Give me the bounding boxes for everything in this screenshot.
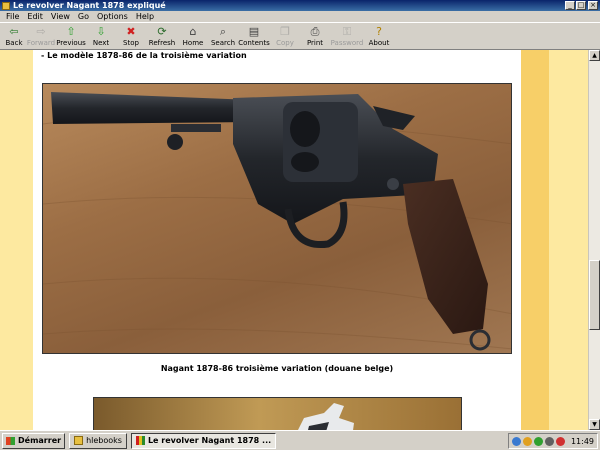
menu-options[interactable]: Options [93, 12, 132, 21]
scroll-thumb[interactable] [589, 260, 600, 330]
antivirus-icon[interactable] [533, 436, 543, 446]
print-button[interactable]: ⎙ Print [300, 23, 330, 49]
password-label: Password [330, 39, 364, 47]
search-button[interactable]: ⌕ Search [208, 23, 238, 49]
arrow-left-icon: ⇦ [9, 25, 19, 38]
taskbar: Démarrer hlebooks Le revolver Nagant 187… [0, 430, 600, 450]
start-button[interactable]: Démarrer [2, 432, 66, 449]
revolver-illustration [43, 92, 511, 351]
folder-icon [74, 436, 84, 445]
network-icon[interactable] [511, 436, 521, 446]
scroll-up-arrow[interactable]: ▲ [589, 50, 600, 61]
arrow-down-icon: ⇩ [96, 25, 106, 38]
revolver-photo [42, 83, 512, 354]
about-icon: ? [376, 25, 382, 38]
arrow-right-icon: ⇨ [36, 25, 46, 38]
menu-bar: File Edit View Go Options Help [0, 11, 600, 22]
forward-button[interactable]: ⇨ Forward [26, 23, 56, 49]
previous-button[interactable]: ⇧ Previous [56, 23, 86, 49]
toolbar: ⇦ Back ⇨ Forward ⇧ Previous ⇩ Next ✖ Stop ⟳ Refresh… [0, 22, 600, 50]
close-button[interactable]: × [588, 1, 598, 10]
password-button[interactable]: ⚿ Password [330, 23, 364, 49]
contents-label: Contents [238, 39, 270, 47]
task-label: hlebooks [86, 436, 122, 445]
print-icon: ⎙ [310, 25, 320, 38]
section-heading: - Le modèle 1878-86 de la troisième vari… [41, 51, 247, 60]
copy-label: Copy [276, 39, 294, 47]
search-icon: ⌕ [219, 25, 227, 38]
home-icon: ⌂ [189, 25, 197, 38]
about-label: About [368, 39, 390, 47]
key-icon: ⚿ [342, 25, 352, 38]
next-button[interactable]: ⇩ Next [86, 23, 116, 49]
menu-file[interactable]: File [2, 12, 23, 21]
menu-help[interactable]: Help [132, 12, 158, 21]
about-button[interactable]: ? About [364, 23, 394, 49]
taskbar-item-nagant[interactable]: Le revolver Nagant 1878 ... [130, 432, 277, 449]
start-label: Démarrer [18, 436, 62, 445]
second-photo-illustration [298, 403, 354, 430]
scroll-down-arrow[interactable]: ▼ [589, 419, 600, 430]
stop-label: Stop [123, 39, 139, 47]
home-button[interactable]: ⌂ Home [178, 23, 208, 49]
update-icon[interactable] [522, 436, 532, 446]
contents-button[interactable]: ▤ Contents [238, 23, 270, 49]
taskbar-item-hlebooks[interactable]: hlebooks [69, 432, 127, 449]
menu-edit[interactable]: Edit [23, 12, 47, 21]
menu-view[interactable]: View [47, 12, 74, 21]
app-icon [2, 1, 10, 10]
print-label: Print [306, 39, 324, 47]
stop-button[interactable]: ✖ Stop [116, 23, 146, 49]
contents-icon: ▤ [248, 25, 260, 38]
window-title: Le revolver Nagant 1878 expliqué [13, 1, 166, 10]
refresh-button[interactable]: ⟳ Refresh [146, 23, 178, 49]
security-icon[interactable] [555, 436, 565, 446]
content-viewport: - Le modèle 1878-86 de la troisième vari… [0, 50, 588, 430]
back-button[interactable]: ⇦ Back [2, 23, 26, 49]
title-bar: Le revolver Nagant 1878 expliqué _ □ × [0, 0, 600, 11]
arrow-up-icon: ⇧ [66, 25, 76, 38]
home-label: Home [182, 39, 204, 47]
refresh-icon: ⟳ [157, 25, 167, 38]
forward-label: Forward [26, 39, 56, 47]
task-label: Le revolver Nagant 1878 ... [147, 436, 272, 445]
copy-button[interactable]: ❐ Copy [270, 23, 300, 49]
vertical-scrollbar[interactable]: ▲ ▼ [588, 50, 600, 430]
next-label: Next [92, 39, 110, 47]
search-label: Search [210, 39, 236, 47]
refresh-label: Refresh [148, 39, 176, 47]
system-tray: 11:49 [507, 433, 598, 449]
previous-label: Previous [56, 39, 86, 47]
clock: 11:49 [570, 436, 594, 446]
stop-icon: ✖ [126, 25, 136, 38]
second-photo [93, 397, 462, 430]
help-book-icon [135, 436, 145, 445]
back-label: Back [5, 39, 23, 47]
photo-caption: Nagant 1878-86 troisième variation (doua… [160, 364, 394, 373]
menu-go[interactable]: Go [74, 12, 93, 21]
copy-icon: ❐ [280, 25, 290, 38]
minimize-button[interactable]: _ [565, 1, 575, 10]
windows-logo-icon [6, 436, 15, 445]
maximize-button[interactable]: □ [576, 1, 586, 10]
page: - Le modèle 1878-86 de la troisième vari… [33, 50, 521, 430]
decorative-sidebar-band [521, 50, 549, 430]
volume-icon[interactable] [544, 436, 554, 446]
